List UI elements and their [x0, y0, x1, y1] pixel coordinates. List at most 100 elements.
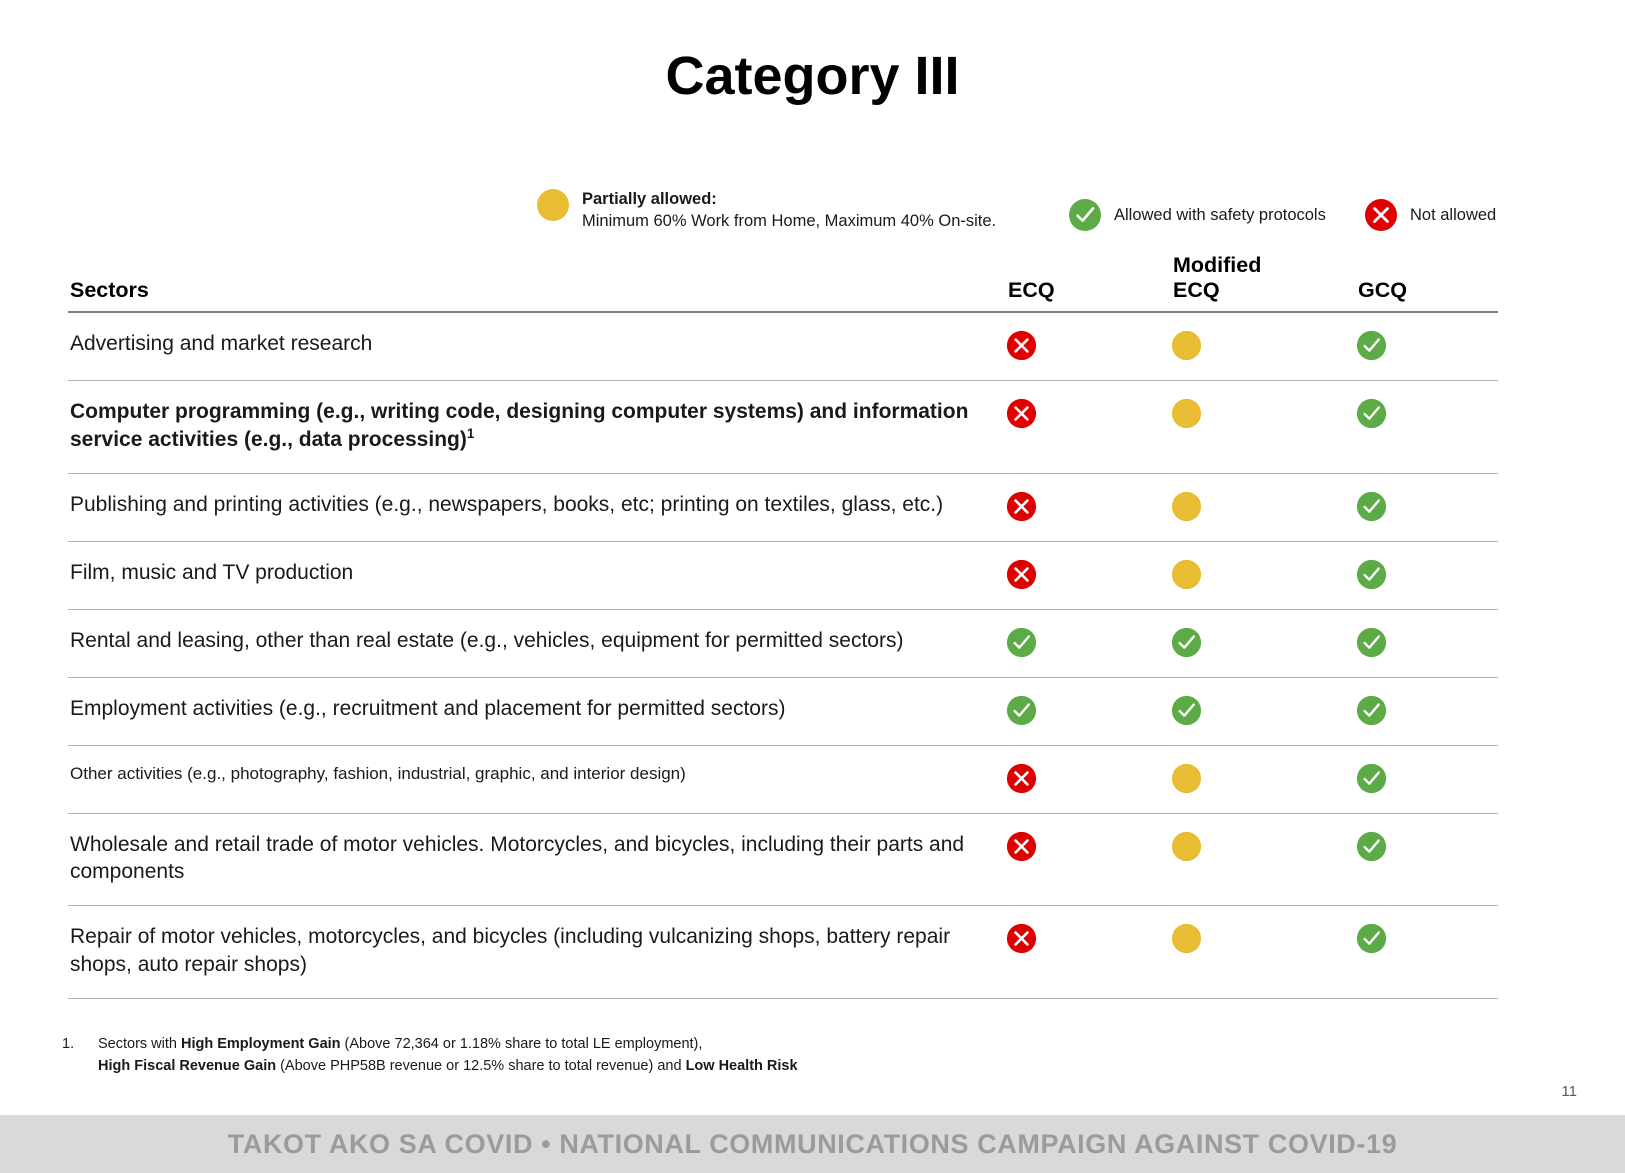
legend-partially-allowed-title: Partially allowed:: [582, 190, 717, 208]
legend: Partially allowed: Minimum 60% Work from…: [0, 186, 1625, 244]
yellow-circle-icon: [1171, 923, 1202, 954]
table-row: Advertising and market research: [68, 311, 1498, 381]
yellow-circle-icon: [1171, 491, 1202, 522]
footnote-marker: 1: [466, 425, 475, 441]
legend-not-allowed-label: Not allowed: [1410, 205, 1497, 224]
status-cell-mecq: [1171, 473, 1356, 542]
red-x-circle-icon: [1006, 923, 1037, 954]
table-row: Rental and leasing, other than real esta…: [68, 609, 1498, 678]
footnote-line2-bold2: Low Health Risk: [685, 1057, 798, 1074]
red-x-circle-icon: [1006, 559, 1037, 590]
table-row: Computer programming (e.g., writing code…: [68, 380, 1498, 474]
yellow-circle-icon: [1171, 559, 1202, 590]
yellow-circle-icon: [1171, 398, 1202, 429]
status-cell-ecq: [1006, 541, 1171, 610]
green-check-circle-icon: [1006, 627, 1037, 658]
footnote-line2-bold1: High Fiscal Revenue Gain: [98, 1057, 277, 1074]
sector-name: Rental and leasing, other than real esta…: [68, 609, 1006, 678]
sector-name: Repair of motor vehicles, motorcycles, a…: [68, 905, 1006, 1000]
status-cell-gcq: [1356, 677, 1498, 746]
banner-text: TAKOT AKO SA COVID • NATIONAL COMMUNICAT…: [227, 1128, 1398, 1159]
green-check-circle-icon: [1356, 627, 1387, 658]
green-check-circle-icon: [1356, 559, 1387, 590]
status-cell-gcq: [1356, 813, 1498, 907]
status-cell-mecq: [1171, 905, 1356, 1000]
red-x-circle-icon: [1364, 198, 1398, 232]
legend-item-not-allowed: Not allowed: [1364, 198, 1496, 232]
table-row: Employment activities (e.g., recruitment…: [68, 677, 1498, 746]
status-cell-gcq: [1356, 380, 1498, 474]
column-header-modified-ecq-line1: Modified: [1173, 253, 1262, 277]
green-check-circle-icon: [1356, 491, 1387, 522]
status-cell-ecq: [1006, 745, 1171, 814]
sector-name: Other activities (e.g., photography, fas…: [68, 745, 1006, 814]
yellow-circle-icon: [1171, 831, 1202, 862]
table-row: Film, music and TV production: [68, 541, 1498, 610]
column-header-gcq: GCQ: [1356, 253, 1498, 313]
table-row: Other activities (e.g., photography, fas…: [68, 745, 1498, 814]
red-x-circle-icon: [1006, 330, 1037, 361]
status-cell-ecq: [1006, 380, 1171, 474]
status-cell-gcq: [1356, 473, 1498, 542]
footnote-line2-mid: (Above PHP58B revenue or 12.5% share to …: [276, 1057, 686, 1074]
status-cell-mecq: [1171, 813, 1356, 907]
status-cell-gcq: [1356, 905, 1498, 1000]
table-row: Publishing and printing activities (e.g.…: [68, 473, 1498, 542]
footnote-number: 1.: [62, 1036, 75, 1052]
status-cell-gcq: [1356, 609, 1498, 678]
status-cell-mecq: [1171, 745, 1356, 814]
yellow-circle-icon: [536, 188, 570, 222]
green-check-circle-icon: [1356, 763, 1387, 794]
bottom-banner: TAKOT AKO SA COVID • NATIONAL COMMUNICAT…: [0, 1115, 1625, 1173]
page-title: Category III: [665, 46, 960, 106]
footnote-line1-pre: Sectors with: [98, 1036, 181, 1052]
status-cell-ecq: [1006, 905, 1171, 1000]
page-number: 11: [1561, 1083, 1577, 1100]
sector-name: Wholesale and retail trade of motor vehi…: [68, 813, 1006, 907]
status-cell-ecq: [1006, 677, 1171, 746]
sector-name: Film, music and TV production: [68, 541, 1006, 610]
status-cell-ecq: [1006, 813, 1171, 907]
footnote: 1. Sectors with High Employment Gain (Ab…: [62, 1034, 1062, 1078]
sector-name: Advertising and market research: [68, 311, 1006, 381]
column-header-modified-ecq: Modified ECQ: [1171, 253, 1356, 313]
status-cell-ecq: [1006, 473, 1171, 542]
column-header-ecq: ECQ: [1006, 253, 1171, 313]
table-row: Wholesale and retail trade of motor vehi…: [68, 813, 1498, 907]
green-check-circle-icon: [1068, 198, 1102, 232]
yellow-circle-icon: [1171, 330, 1202, 361]
legend-item-partially-allowed: Partially allowed: Minimum 60% Work from…: [536, 188, 996, 233]
red-x-circle-icon: [1006, 763, 1037, 794]
status-cell-gcq: [1356, 745, 1498, 814]
column-header-modified-ecq-line2: ECQ: [1173, 278, 1220, 303]
status-cell-mecq: [1171, 609, 1356, 678]
red-x-circle-icon: [1006, 831, 1037, 862]
sector-name: Publishing and printing activities (e.g.…: [68, 473, 1006, 542]
footnote-line1-bold: High Employment Gain: [181, 1036, 341, 1052]
column-header-sectors: Sectors: [68, 253, 1006, 313]
status-cell-mecq: [1171, 380, 1356, 474]
sector-name: Employment activities (e.g., recruitment…: [68, 677, 1006, 746]
status-cell-gcq: [1356, 311, 1498, 381]
red-x-circle-icon: [1006, 491, 1037, 522]
table-row: Repair of motor vehicles, motorcycles, a…: [68, 905, 1498, 1000]
status-cell-mecq: [1171, 311, 1356, 381]
green-check-circle-icon: [1356, 923, 1387, 954]
yellow-circle-icon: [1171, 763, 1202, 794]
legend-item-allowed: Allowed with safety protocols: [1068, 198, 1326, 232]
table-header-row: Sectors ECQ Modified ECQ GCQ: [68, 253, 1498, 313]
status-cell-ecq: [1006, 609, 1171, 678]
footnote-line1-post: (Above 72,364 or 1.18% share to total LE…: [340, 1036, 703, 1052]
sector-name: Computer programming (e.g., writing code…: [68, 380, 1006, 474]
green-check-circle-icon: [1356, 831, 1387, 862]
green-check-circle-icon: [1356, 330, 1387, 361]
sector-restrictions-table: Sectors ECQ Modified ECQ GCQ Advertising…: [68, 253, 1498, 1000]
green-check-circle-icon: [1006, 695, 1037, 726]
legend-partially-allowed-subtitle: Minimum 60% Work from Home, Maximum 40% …: [582, 212, 997, 231]
green-check-circle-icon: [1171, 627, 1202, 658]
green-check-circle-icon: [1356, 695, 1387, 726]
green-check-circle-icon: [1356, 398, 1387, 429]
green-check-circle-icon: [1171, 695, 1202, 726]
red-x-circle-icon: [1006, 398, 1037, 429]
legend-allowed-label: Allowed with safety protocols: [1114, 205, 1326, 224]
